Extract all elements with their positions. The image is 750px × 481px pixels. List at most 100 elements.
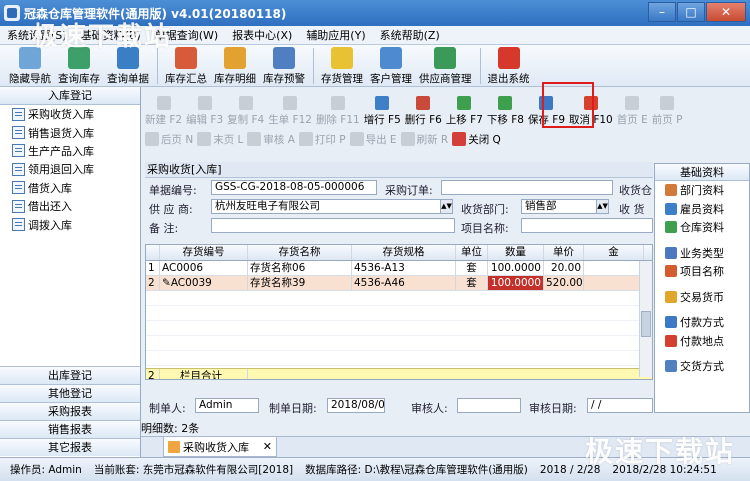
doc-toolbar-button-row1-11[interactable]: 首页 E xyxy=(617,96,648,127)
doc-toolbar-button-row1-12[interactable]: 前页 P xyxy=(652,96,682,127)
left-nav-header[interactable]: 入库登记 xyxy=(0,87,140,105)
doc-toolbar-button-row2-1[interactable]: 末页 L xyxy=(197,132,243,147)
cell-name[interactable]: 存货名称06 xyxy=(248,261,352,275)
cell-spec[interactable]: 4536-A13 xyxy=(352,261,456,275)
doc-toolbar-button-row2-5[interactable]: 刷新 R xyxy=(400,132,448,147)
toolbar-button-1[interactable]: 查询库存 xyxy=(55,45,103,86)
basic-data-item[interactable]: 付款方式 xyxy=(655,313,749,332)
cell-unit[interactable]: 套 xyxy=(456,261,488,275)
reviewer-field[interactable] xyxy=(457,398,521,413)
toolbar-button-9[interactable]: 退出系统 xyxy=(485,45,533,86)
cell-unit[interactable]: 套 xyxy=(456,276,488,290)
tab-purchase-receive[interactable]: 采购收货入库 ✕ xyxy=(163,437,277,457)
toolbar-button-3[interactable]: 库存汇总 xyxy=(162,45,210,86)
doc-toolbar-button-row1-4[interactable]: 删除 F11 xyxy=(316,96,360,127)
table-row[interactable]: 1 AC0006 存货名称06 4536-A13 套 100.0000 20.0… xyxy=(146,261,652,276)
left-nav-group[interactable]: 采购报表 xyxy=(0,402,140,420)
toolbar-button-7[interactable]: 客户管理 xyxy=(367,45,415,86)
left-nav-item[interactable]: 借货入库 xyxy=(0,179,140,197)
left-nav-item[interactable]: 生产产品入库 xyxy=(0,142,140,160)
basic-data-item[interactable]: 业务类型 xyxy=(655,244,749,263)
basic-data-item[interactable]: 付款地点 xyxy=(655,332,749,351)
table-row[interactable]: 2 ✎AC0039 存货名称39 4536-A46 套 100.0000 520… xyxy=(146,276,652,291)
col-header-amount[interactable]: 金 xyxy=(584,245,644,260)
toolbar-button-8[interactable]: 供应商管理 xyxy=(416,45,475,86)
make-date-field[interactable]: 2018/08/05 xyxy=(327,398,385,413)
left-nav-group[interactable]: 其他登记 xyxy=(0,384,140,402)
scroll-thumb[interactable] xyxy=(641,311,651,337)
cell-name[interactable]: 存货名称39 xyxy=(248,276,352,290)
order-field[interactable] xyxy=(441,180,613,195)
doc-toolbar-button-row2-4[interactable]: 导出 E xyxy=(349,132,397,147)
close-window-button[interactable]: ✕ xyxy=(706,2,746,22)
cell-price[interactable]: 20.00 xyxy=(544,261,584,275)
cell-qty-editing[interactable]: 100.0000 xyxy=(488,276,544,290)
note-field[interactable] xyxy=(211,218,455,233)
cell-spec[interactable]: 4536-A46 xyxy=(352,276,456,290)
doc-toolbar-button-row1-7[interactable]: 上移 F7 xyxy=(446,96,483,127)
doc-toolbar-button-row1-6[interactable]: 删行 F6 xyxy=(405,96,442,127)
right-panel-header[interactable]: 基础资料 xyxy=(655,164,749,181)
col-header-code[interactable]: 存货编号 xyxy=(160,245,248,260)
doc-toolbar-button-row2-0[interactable]: 后页 N xyxy=(145,132,193,147)
col-header-spec[interactable]: 存货规格 xyxy=(352,245,456,260)
left-nav-group[interactable]: 出库登记 xyxy=(0,366,140,384)
menu-doc-query[interactable]: 单据查询(W) xyxy=(148,27,225,43)
basic-data-item[interactable]: 仓库资料 xyxy=(655,218,749,237)
basic-data-item[interactable]: 部门资料 xyxy=(655,181,749,200)
doc-toolbar-button-row2-3[interactable]: 打印 P xyxy=(298,132,346,147)
toolbar-button-4[interactable]: 库存明细 xyxy=(211,45,259,86)
doc-toolbar-button-row1-3[interactable]: 生单 F12 xyxy=(268,96,312,127)
menu-system[interactable]: 系统设置(S) xyxy=(0,27,74,43)
doc-no-field[interactable]: GSS-CG-2018-08-05-000006 xyxy=(211,180,377,195)
cell-amount[interactable] xyxy=(584,261,644,275)
doc-toolbar-button-row1-0[interactable]: 新建 F2 xyxy=(145,96,182,127)
supplier-combo[interactable]: 杭州友旺电子有限公司 ▲▼ xyxy=(211,199,453,214)
toolbar-button-6[interactable]: 存货管理 xyxy=(318,45,366,86)
basic-data-item[interactable]: 交易货币 xyxy=(655,288,749,307)
col-header-unit[interactable]: 单位 xyxy=(456,245,488,260)
grid-vertical-scrollbar[interactable] xyxy=(639,261,652,377)
basic-data-item[interactable]: 项目名称 xyxy=(655,262,749,281)
project-field[interactable] xyxy=(521,218,653,233)
cell-code[interactable]: ✎AC0039 xyxy=(160,276,248,290)
minimize-button[interactable]: – xyxy=(648,2,676,22)
doc-toolbar-button-row1-5[interactable]: 增行 F5 xyxy=(364,96,401,127)
toolbar-button-2[interactable]: 查询单据 xyxy=(104,45,152,86)
toolbar-button-5[interactable]: 库存预警 xyxy=(260,45,308,86)
left-nav-item[interactable]: 销售退货入库 xyxy=(0,123,140,141)
doc-toolbar-button-row2-2[interactable]: 审核 A xyxy=(247,132,295,147)
col-header-price[interactable]: 单价 xyxy=(544,245,584,260)
left-nav-item[interactable]: 领用退回入库 xyxy=(0,160,140,178)
left-nav-item[interactable]: 采购收货入库 xyxy=(0,105,140,123)
doc-toolbar-button-row1-8[interactable]: 下移 F8 xyxy=(487,96,524,127)
dept-combo[interactable]: 销售部 ▲▼ xyxy=(521,199,609,214)
menu-basic-data[interactable]: 基础资料(B) xyxy=(74,27,148,43)
maximize-button[interactable]: □ xyxy=(677,2,705,22)
menu-aux-apps[interactable]: 辅助应用(Y) xyxy=(299,27,372,43)
doc-toolbar-button-row1-2[interactable]: 复制 F4 xyxy=(227,96,264,127)
doc-toolbar-button-row2-6[interactable]: 关闭 Q xyxy=(452,132,501,147)
doc-toolbar-button-row1-1[interactable]: 编辑 F3 xyxy=(186,96,223,127)
left-nav-item[interactable]: 调拨入库 xyxy=(0,215,140,233)
menu-report-center[interactable]: 报表中心(X) xyxy=(225,27,299,43)
basic-data-item[interactable]: 雇员资料 xyxy=(655,200,749,219)
cell-amount[interactable] xyxy=(584,276,644,290)
detail-grid[interactable]: 存货编号 存货名称 存货规格 单位 数量 单价 金 1 AC0006 存货名称0… xyxy=(145,244,653,380)
left-nav-item[interactable]: 借出还入 xyxy=(0,197,140,215)
basic-data-item[interactable]: 交货方式 xyxy=(655,357,749,376)
left-nav-group[interactable]: 其它报表 xyxy=(0,438,140,456)
left-nav-group[interactable]: 销售报表 xyxy=(0,420,140,438)
cell-code[interactable]: AC0006 xyxy=(160,261,248,275)
review-date-field[interactable]: / / xyxy=(587,398,653,413)
menu-help[interactable]: 系统帮助(Z) xyxy=(373,27,447,43)
col-header-qty[interactable]: 数量 xyxy=(488,245,544,260)
cell-price[interactable]: 520.00 xyxy=(544,276,584,290)
maker-field[interactable]: Admin xyxy=(195,398,259,413)
col-header-name[interactable]: 存货名称 xyxy=(248,245,352,260)
spin-icon[interactable]: ▲▼ xyxy=(596,200,608,213)
close-icon[interactable]: ✕ xyxy=(263,440,272,453)
spin-icon[interactable]: ▲▼ xyxy=(440,200,452,213)
cell-qty[interactable]: 100.0000 xyxy=(488,261,544,275)
toolbar-button-0[interactable]: 隐藏导航 xyxy=(6,45,54,86)
